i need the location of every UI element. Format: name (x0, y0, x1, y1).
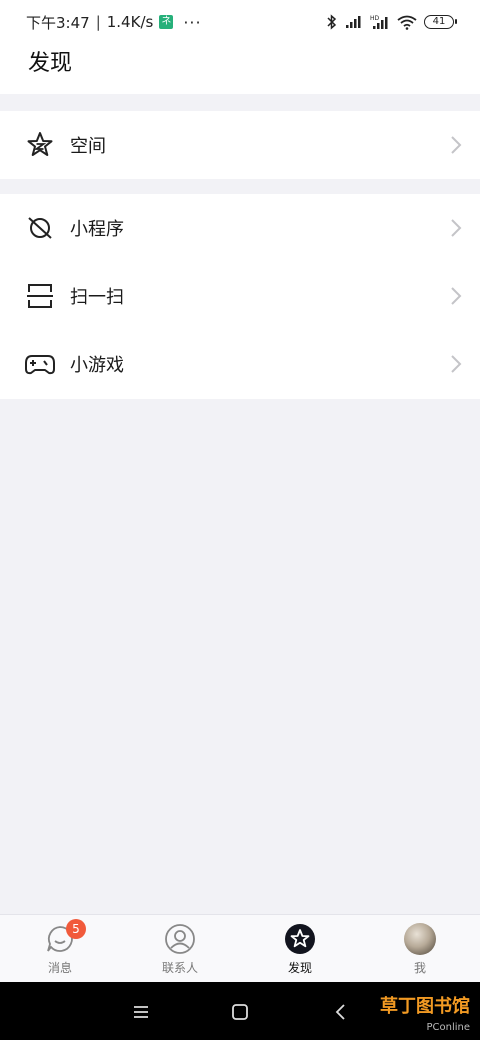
tab-messages[interactable]: 5 消息 (0, 915, 120, 982)
menu-item-label: 扫一扫 (70, 287, 124, 308)
signal-icon (346, 16, 361, 28)
page-header: 发现 (0, 44, 480, 94)
watermark-sub: PConline (426, 1022, 470, 1033)
menu-item-label: 空间 (70, 136, 106, 157)
back-icon[interactable] (329, 1000, 353, 1024)
tab-label: 联系人 (161, 961, 198, 975)
status-time: 下午3:47 (26, 13, 90, 32)
tab-label: 消息 (47, 961, 72, 975)
chevron-right-icon (451, 287, 462, 305)
wifi-icon (397, 15, 417, 30)
chevron-right-icon (451, 219, 462, 237)
menu-group-tools: 小程序 扫一扫 小游戏 (0, 194, 480, 399)
chevron-right-icon (451, 355, 462, 373)
bluetooth-icon (327, 14, 337, 30)
chevron-right-icon (451, 136, 462, 154)
home-icon[interactable] (228, 1000, 252, 1024)
status-left: 下午3:47 | 1.4K/s ネ ··· (26, 12, 202, 33)
system-nav-bar: 草丁图书馆 PConline (0, 982, 480, 1040)
watermark-logo: 草丁图书馆 (380, 996, 470, 1017)
menu-icon[interactable] (129, 1000, 153, 1024)
more-notifications-icon: ··· (183, 12, 202, 32)
svg-text:HD: HD (370, 15, 380, 22)
status-separator: | (95, 13, 101, 31)
menu-item-label: 小游戏 (70, 355, 124, 376)
gamepad-icon (24, 348, 56, 380)
star-icon (24, 129, 56, 161)
status-right: HD 41 (326, 14, 457, 30)
menu-item-mini-games[interactable]: 小游戏 (0, 330, 480, 398)
notification-app-icon: ネ (159, 15, 174, 29)
tab-discover[interactable]: 发现 (240, 915, 360, 982)
battery-indicator: 41 (424, 15, 457, 29)
tab-contacts[interactable]: 联系人 (120, 915, 240, 982)
page-title: 发现 (28, 51, 73, 76)
unread-badge: 5 (66, 919, 86, 939)
menu-item-space[interactable]: 空间 (0, 111, 480, 179)
scan-icon (24, 280, 56, 312)
network-speed: 1.4K/s (106, 13, 154, 31)
bottom-tab-bar: 5 消息 联系人 发现 我 (0, 914, 480, 982)
planet-icon (24, 212, 56, 244)
avatar (404, 923, 436, 955)
tab-label: 我 (413, 961, 426, 975)
menu-item-mini-program[interactable]: 小程序 (0, 194, 480, 262)
menu-item-label: 小程序 (70, 219, 124, 240)
hd-signal-icon: HD (370, 15, 388, 29)
contact-icon (164, 923, 196, 955)
avatar-image (404, 923, 436, 955)
tab-label: 发现 (287, 961, 312, 975)
menu-group-space: 空间 (0, 111, 480, 179)
status-bar: 下午3:47 | 1.4K/s ネ ··· HD 41 (0, 0, 480, 44)
menu-item-scan[interactable]: 扫一扫 (0, 262, 480, 330)
tab-me[interactable]: 我 (360, 915, 480, 982)
discover-star-icon (284, 923, 316, 955)
